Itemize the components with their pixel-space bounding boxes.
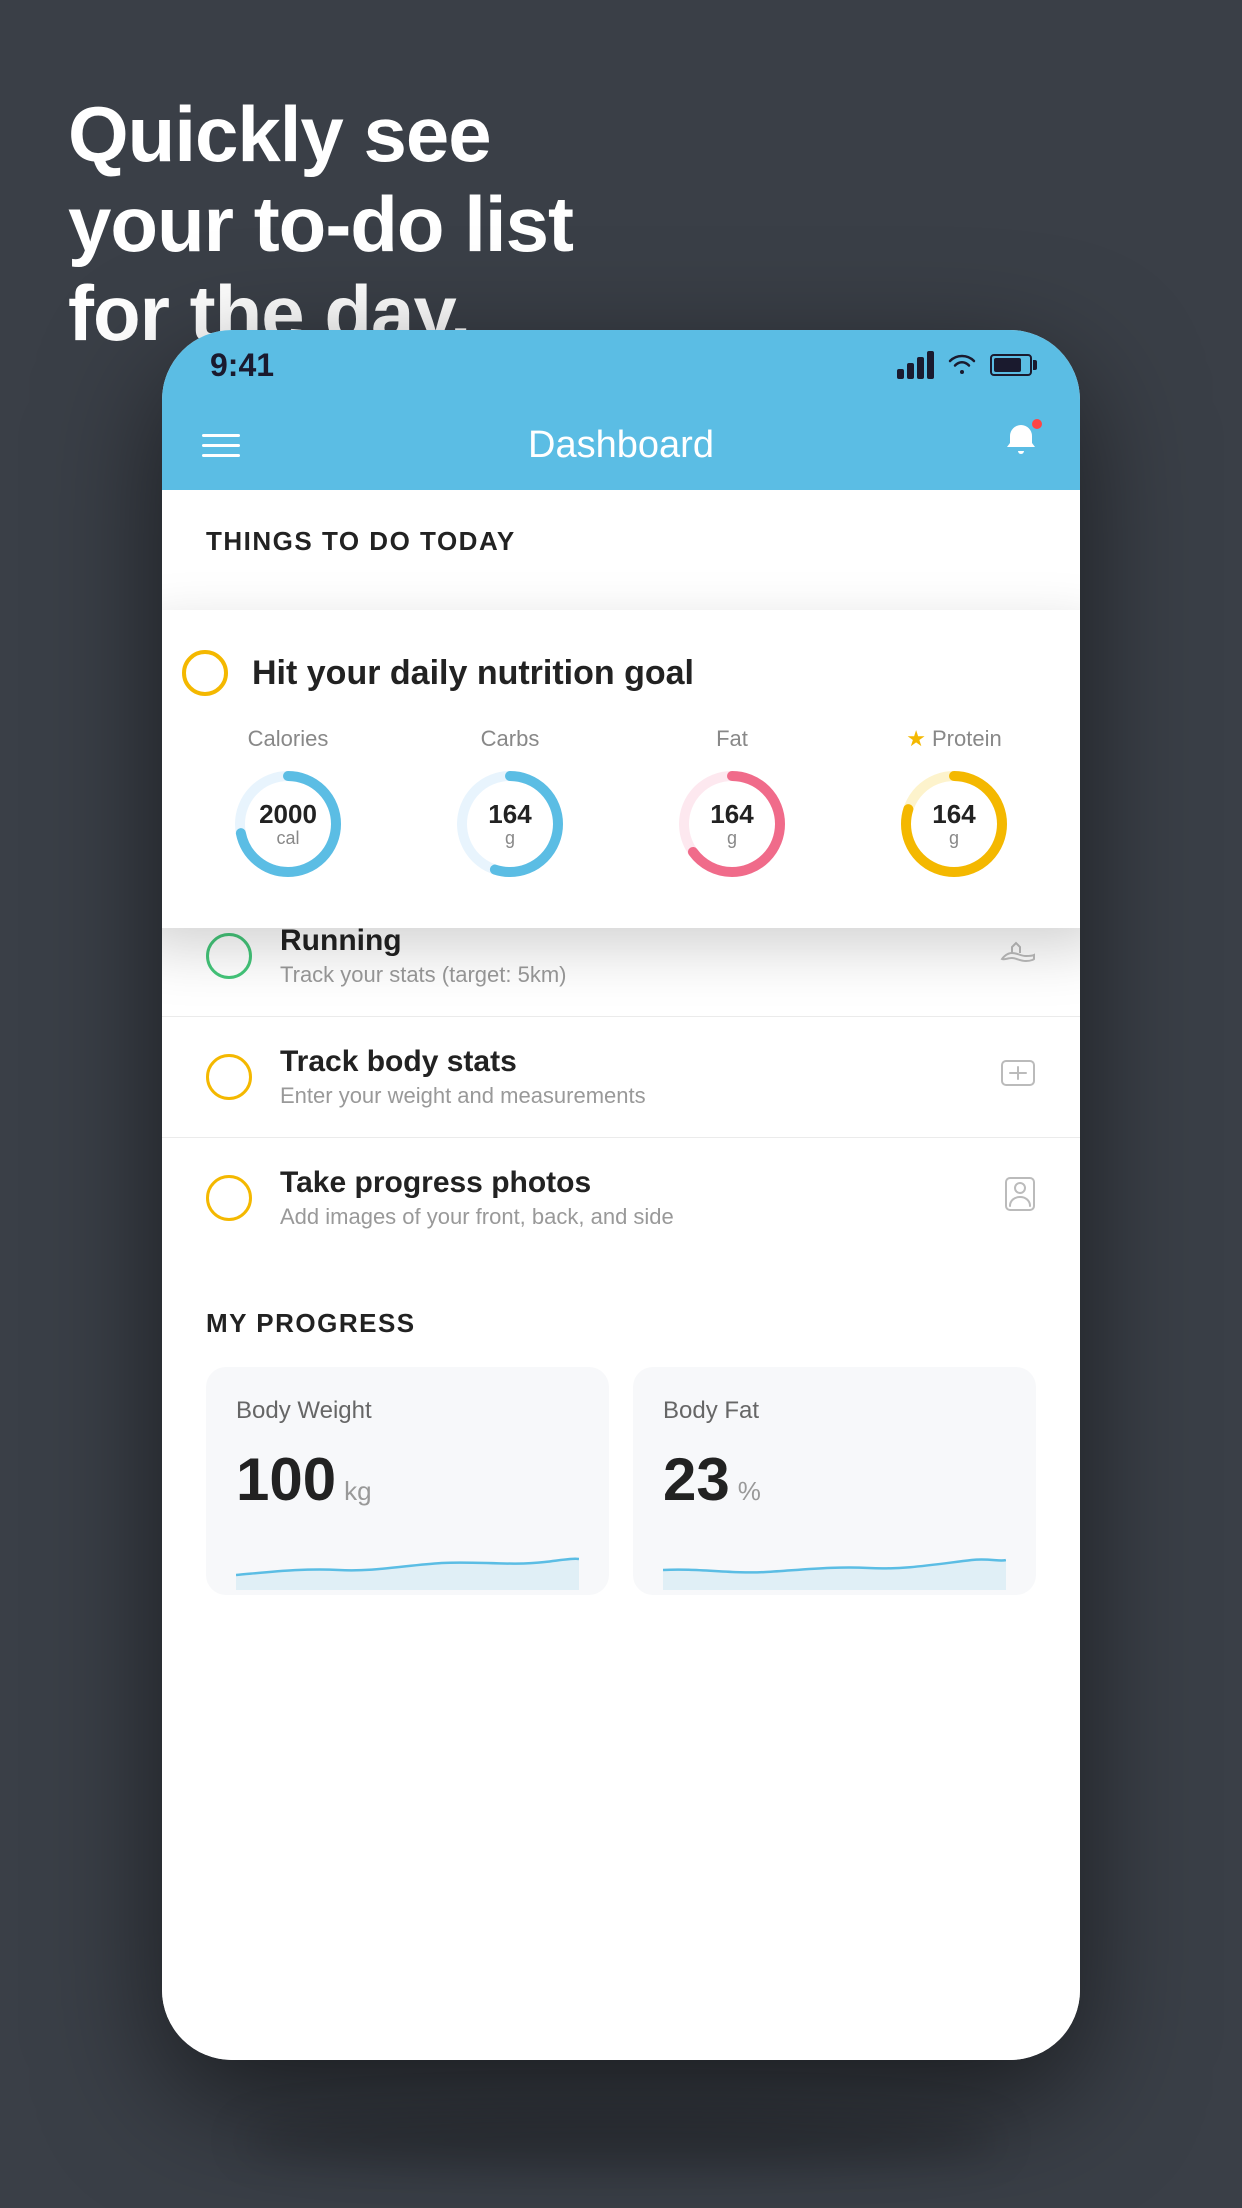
signal-icon xyxy=(897,351,934,379)
running-shoe-icon xyxy=(1000,938,1036,975)
scale-icon xyxy=(1000,1057,1036,1097)
running-text: Running Track your stats (target: 5km) xyxy=(280,924,972,988)
body-weight-sparkline xyxy=(236,1530,579,1590)
macro-protein: ★ Protein 164 g xyxy=(848,726,1060,884)
nutrition-checkbox[interactable] xyxy=(182,650,228,696)
body-weight-value-row: 100 kg xyxy=(236,1445,579,1514)
calories-label: Calories xyxy=(248,726,329,752)
app-header: Dashboard xyxy=(162,400,1080,490)
headline-line1: Quickly see xyxy=(68,90,491,178)
notification-button[interactable] xyxy=(1002,421,1040,469)
macro-carbs: Carbs 164 g xyxy=(404,726,616,884)
body-stats-title: Track body stats xyxy=(280,1045,972,1079)
macro-calories: Calories 2000 cal xyxy=(182,726,394,884)
body-stats-text: Track body stats Enter your weight and m… xyxy=(280,1045,972,1109)
fat-value: 164 xyxy=(710,800,753,829)
running-subtitle: Track your stats (target: 5km) xyxy=(280,962,972,988)
calories-value: 2000 xyxy=(259,800,317,829)
body-fat-value: 23 xyxy=(663,1445,730,1514)
nutrition-card-title: Hit your daily nutrition goal xyxy=(252,654,694,693)
progress-photos-subtitle: Add images of your front, back, and side xyxy=(280,1204,976,1230)
body-stats-checkbox[interactable] xyxy=(206,1054,252,1100)
calories-unit: cal xyxy=(259,828,317,848)
protein-donut: 164 g xyxy=(894,764,1014,884)
running-checkbox[interactable] xyxy=(206,933,252,979)
menu-button[interactable] xyxy=(202,434,240,457)
todo-progress-photos[interactable]: Take progress photos Add images of your … xyxy=(162,1137,1080,1258)
phone-device: 9:41 xyxy=(162,330,1080,2130)
headline-line2: your to-do list xyxy=(68,180,573,268)
body-stats-subtitle: Enter your weight and measurements xyxy=(280,1083,972,1109)
phone-screen: 9:41 xyxy=(162,330,1080,2060)
battery-icon xyxy=(990,354,1032,376)
body-fat-card-title: Body Fat xyxy=(663,1397,1006,1425)
status-bar: 9:41 xyxy=(162,330,1080,400)
todo-body-stats[interactable]: Track body stats Enter your weight and m… xyxy=(162,1016,1080,1137)
status-icons xyxy=(897,349,1032,381)
progress-section-title: MY PROGRESS xyxy=(206,1308,1036,1339)
body-fat-card: Body Fat 23 % xyxy=(633,1367,1036,1595)
things-section-header: THINGS TO DO TODAY xyxy=(162,490,1080,575)
carbs-donut: 164 g xyxy=(450,764,570,884)
macro-fat: Fat 164 g xyxy=(626,726,838,884)
progress-cards-grid: Body Weight 100 kg Body Fat xyxy=(206,1367,1036,1595)
body-fat-value-row: 23 % xyxy=(663,1445,1006,1514)
progress-photos-text: Take progress photos Add images of your … xyxy=(280,1166,976,1230)
fat-label: Fat xyxy=(716,726,748,752)
header-title: Dashboard xyxy=(528,424,714,467)
main-content: THINGS TO DO TODAY Hit your daily nutrit… xyxy=(162,490,1080,2060)
running-title: Running xyxy=(280,924,972,958)
person-icon xyxy=(1004,1176,1036,1220)
wifi-icon xyxy=(948,349,976,381)
protein-value: 164 xyxy=(932,800,975,829)
fat-donut: 164 g xyxy=(672,764,792,884)
carbs-label: Carbs xyxy=(481,726,540,752)
progress-photos-title: Take progress photos xyxy=(280,1166,976,1200)
calories-donut: 2000 cal xyxy=(228,764,348,884)
bell-icon xyxy=(1002,426,1040,468)
protein-unit: g xyxy=(932,828,975,848)
headline-text: Quickly see your to-do list for the day. xyxy=(68,90,573,359)
body-fat-unit: % xyxy=(738,1476,761,1507)
progress-photos-checkbox[interactable] xyxy=(206,1175,252,1221)
body-weight-value: 100 xyxy=(236,1445,336,1514)
carbs-unit: g xyxy=(488,828,531,848)
carbs-value: 164 xyxy=(488,800,531,829)
fat-unit: g xyxy=(710,828,753,848)
protein-label: ★ Protein xyxy=(906,726,1001,752)
todo-list: Running Track your stats (target: 5km) xyxy=(162,895,1080,1258)
macro-grid: Calories 2000 cal xyxy=(182,726,1060,884)
star-icon: ★ xyxy=(906,726,926,752)
body-weight-card: Body Weight 100 kg xyxy=(206,1367,609,1595)
nutrition-card: Hit your daily nutrition goal Calories xyxy=(162,610,1080,928)
phone-shadow xyxy=(242,2110,1000,2170)
nutrition-card-header: Hit your daily nutrition goal xyxy=(182,650,1060,696)
progress-section: MY PROGRESS Body Weight 100 kg xyxy=(162,1258,1080,1635)
notification-dot xyxy=(1030,417,1044,431)
body-weight-unit: kg xyxy=(344,1476,371,1507)
body-fat-sparkline xyxy=(663,1530,1006,1590)
body-weight-card-title: Body Weight xyxy=(236,1397,579,1425)
status-time: 9:41 xyxy=(210,347,274,384)
